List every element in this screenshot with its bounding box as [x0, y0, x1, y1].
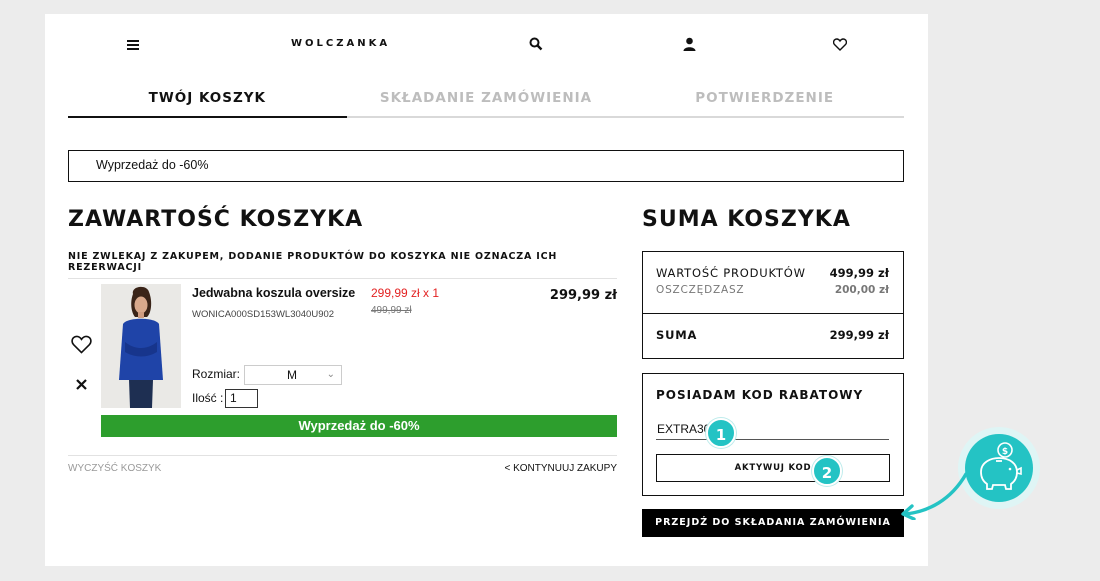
svg-text:$: $: [1002, 447, 1008, 457]
logo[interactable]: WOLCZANKA: [291, 38, 390, 49]
chevron-down-icon: ⌄: [326, 369, 335, 380]
clear-cart-link[interactable]: WYCZYŚĆ KOSZYK: [68, 463, 161, 474]
discount-title: POSIADAM KOD RABATOWY: [656, 388, 864, 402]
checkout-steps: TWÓJ KOSZYK SKŁADANIE ZAMÓWIENIA POTWIER…: [68, 88, 904, 118]
product-image[interactable]: [101, 284, 181, 408]
wishlist-heart-icon[interactable]: [71, 335, 92, 358]
savings-label: OSZCZĘDZASZ: [656, 284, 745, 296]
checkout-button[interactable]: PRZEJDŹ DO SKŁADANIA ZAMÓWIENIA: [642, 509, 904, 537]
step-badge-1: 1: [706, 418, 736, 448]
sale-banner[interactable]: Wyprzedaż do -60%: [101, 415, 617, 437]
item-total: 299,99 zł: [549, 288, 617, 303]
discount-box: POSIADAM KOD RABATOWY EXTRA30 AKTYWUJ KO…: [642, 373, 904, 496]
summary-box: WARTOŚĆ PRODUKTÓW 499,99 zł OSZCZĘDZASZ …: [642, 251, 904, 359]
tab-confirmation[interactable]: POTWIERDZENIE: [625, 88, 904, 116]
promo-banner[interactable]: Wyprzedaż do -60%: [68, 150, 904, 182]
summary-title: SUMA KOSZYKA: [642, 207, 851, 232]
piggy-bank-icon: $: [965, 434, 1033, 502]
old-price: 499,99 zł: [371, 305, 412, 316]
size-select[interactable]: M ⌄: [244, 365, 342, 385]
arrow-pointer-icon: [901, 472, 968, 520]
step-badge-2: 2: [812, 456, 842, 486]
heart-icon[interactable]: [832, 36, 848, 52]
product-sku: WONICA000SD153WL3040U902: [192, 309, 335, 320]
search-icon[interactable]: [528, 36, 544, 52]
menu-icon[interactable]: [125, 36, 141, 52]
remove-item-icon[interactable]: [76, 375, 87, 394]
tab-order[interactable]: SKŁADANIE ZAMÓWIENIA: [347, 88, 626, 116]
user-icon[interactable]: [681, 36, 697, 52]
products-value: 499,99 zł: [829, 266, 889, 280]
reservation-notice: NIE ZWLEKAJ Z ZAKUPEM, DODANIE PRODUKTÓW…: [68, 251, 617, 279]
quantity-input[interactable]: 1: [225, 389, 258, 408]
cart-page: WOLCZANKA TWÓJ KOSZYK SKŁADANIE ZAMÓWIEN…: [45, 14, 928, 566]
total-value: 299,99 zł: [829, 328, 889, 342]
product-name[interactable]: Jedwabna koszula oversize: [192, 286, 355, 300]
products-value-label: WARTOŚĆ PRODUKTÓW: [656, 266, 806, 280]
continue-shopping-link[interactable]: < KONTYNUUJ ZAKUPY: [504, 463, 617, 474]
activate-code-button[interactable]: AKTYWUJ KOD: [656, 454, 890, 482]
quantity-label: Ilość :: [192, 391, 224, 405]
discount-code-input[interactable]: EXTRA30: [656, 422, 889, 440]
cart-links: WYCZYŚĆ KOSZYK < KONTYNUUJ ZAKUPY: [68, 455, 617, 475]
size-label: Rozmiar:: [192, 367, 241, 381]
cart-title: ZAWARTOŚĆ KOSZYKA: [68, 207, 364, 232]
total-label: SUMA: [656, 328, 698, 342]
unit-price: 299,99 zł x 1: [371, 286, 440, 300]
size-value: M: [287, 368, 297, 382]
savings-value: 200,00 zł: [834, 284, 889, 296]
tab-cart[interactable]: TWÓJ KOSZYK: [68, 88, 347, 118]
summary-values-row: WARTOŚĆ PRODUKTÓW 499,99 zł OSZCZĘDZASZ …: [643, 252, 903, 314]
